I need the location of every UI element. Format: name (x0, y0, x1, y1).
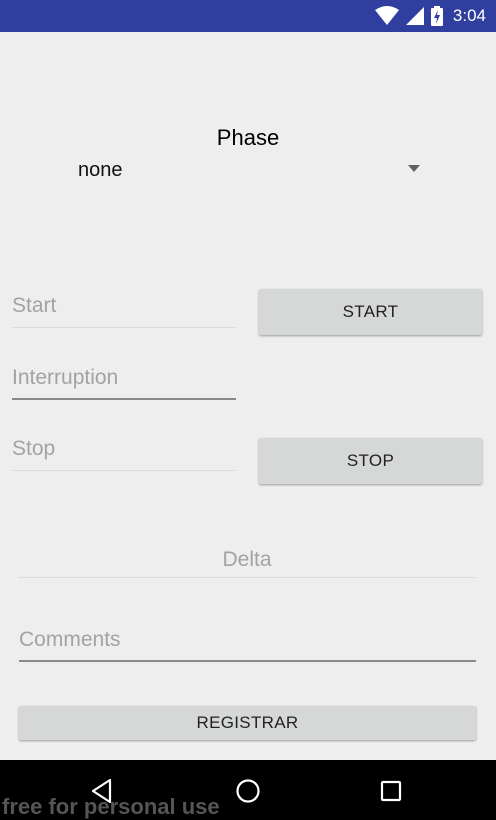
delta-field-hint: Delta (222, 548, 272, 571)
status-time: 3:04 (452, 6, 486, 25)
app-content: Phase none Start START Interruption Stop… (0, 32, 496, 760)
phase-spinner[interactable]: none (76, 156, 426, 186)
dropdown-arrow-icon (408, 165, 420, 172)
stop-button[interactable]: STOP (259, 438, 482, 484)
comments-field[interactable]: Comments (19, 624, 476, 662)
status-bar: 3:04 (0, 0, 496, 32)
delta-field-underline (18, 577, 476, 578)
home-icon[interactable] (233, 776, 263, 806)
stop-field-underline (12, 470, 236, 471)
comments-field-underline (19, 660, 476, 662)
interruption-field[interactable]: Interruption (12, 362, 236, 400)
start-field[interactable]: Start (12, 290, 236, 328)
battery-charging-icon (430, 6, 443, 26)
watermark-text: free for personal use (2, 794, 220, 819)
stop-field-hint: Stop (12, 437, 56, 460)
recents-icon[interactable] (376, 776, 406, 806)
phase-label: Phase (216, 125, 280, 150)
register-button[interactable]: REGISTRAR (19, 706, 476, 740)
cell-signal-icon (405, 7, 424, 25)
delta-field[interactable]: Delta (18, 542, 476, 578)
comments-field-hint: Comments (19, 628, 121, 651)
interruption-field-underline (12, 398, 236, 400)
start-field-underline (12, 327, 236, 328)
start-button[interactable]: START (259, 289, 482, 335)
wifi-icon (374, 6, 399, 25)
interruption-field-hint: Interruption (12, 366, 119, 389)
stop-field[interactable]: Stop (12, 433, 236, 471)
phase-spinner-value: none (78, 159, 123, 181)
start-field-hint: Start (12, 294, 57, 317)
